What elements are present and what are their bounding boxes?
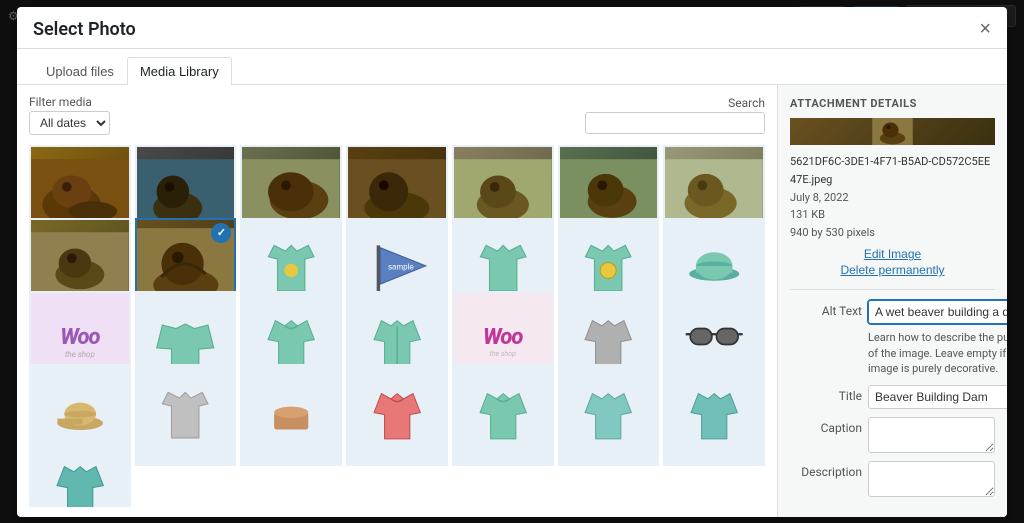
alt-text-label: Alt Text: [790, 300, 862, 318]
attachment-meta: 5621DF6C-3DE1-4F71-B5AD-CD572C5EE47E.jpe…: [790, 153, 995, 241]
delete-permanently-button[interactable]: Delete permanently: [790, 263, 995, 277]
modal-close-button[interactable]: ×: [979, 19, 991, 39]
caption-field-row: Caption: [790, 417, 995, 453]
media-grid: ✓ sample: [29, 145, 765, 507]
search-area: Search: [585, 96, 765, 134]
woo-text: Woo: [60, 325, 99, 350]
alt-text-input[interactable]: [868, 300, 1007, 324]
list-item[interactable]: [29, 437, 131, 506]
attachment-details-title: ATTACHMENT DETAILS: [790, 97, 995, 110]
tab-media-library[interactable]: Media Library: [127, 57, 232, 85]
edit-image-button[interactable]: Edit Image: [790, 247, 995, 261]
svg-text:sample: sample: [388, 263, 414, 272]
title-field-row: Title: [790, 385, 995, 409]
select-photo-modal: Select Photo × Upload files Media Librar…: [17, 7, 1007, 517]
filter-label: Filter media: [29, 95, 110, 109]
alt-text-field-row: Alt Text Learn how to describe the purpo…: [790, 300, 995, 376]
attachment-filesize: 131 KB: [790, 206, 995, 224]
attachment-filename: 5621DF6C-3DE1-4F71-B5AD-CD572C5EE47E.jpe…: [790, 153, 995, 188]
search-input[interactable]: [585, 112, 765, 134]
list-item[interactable]: [346, 364, 448, 466]
modal-overlay: Select Photo × Upload files Media Librar…: [0, 0, 1024, 523]
description-input[interactable]: [868, 461, 995, 497]
title-label: Title: [790, 385, 862, 403]
tab-upload[interactable]: Upload files: [33, 57, 127, 85]
title-input[interactable]: [868, 385, 1007, 409]
divider: [790, 289, 995, 290]
list-item[interactable]: [663, 364, 765, 466]
modal-body: Filter media All dates Search: [17, 85, 1007, 517]
attachment-thumbnail: [790, 118, 995, 146]
attachment-dimensions: 940 by 530 pixels: [790, 224, 995, 242]
modal-tabs: Upload files Media Library: [17, 49, 1007, 85]
caption-input[interactable]: [868, 417, 995, 453]
filter-area: Filter media All dates: [29, 95, 110, 135]
list-item[interactable]: [135, 364, 237, 466]
description-field-row: Description: [790, 461, 995, 497]
attachment-date: July 8, 2022: [790, 189, 995, 207]
filter-select[interactable]: All dates: [29, 111, 110, 135]
modal-title: Select Photo: [33, 19, 136, 40]
list-item[interactable]: [452, 364, 554, 466]
description-label: Description: [790, 461, 862, 479]
attachment-details-panel: ATTACHMENT DETAILS 5621DF6C-3DE1-4F71-B5…: [777, 85, 1007, 517]
media-panel: Filter media All dates Search: [17, 85, 777, 517]
list-item[interactable]: [558, 364, 660, 466]
list-item[interactable]: [240, 364, 342, 466]
search-label: Search: [728, 96, 765, 110]
media-toolbar: Filter media All dates Search: [29, 95, 765, 135]
modal-header: Select Photo ×: [17, 7, 1007, 49]
alt-text-helper: Learn how to describe the purpose of the…: [868, 330, 1007, 376]
woo-text-2: Woo: [483, 325, 522, 350]
caption-label: Caption: [790, 417, 862, 435]
